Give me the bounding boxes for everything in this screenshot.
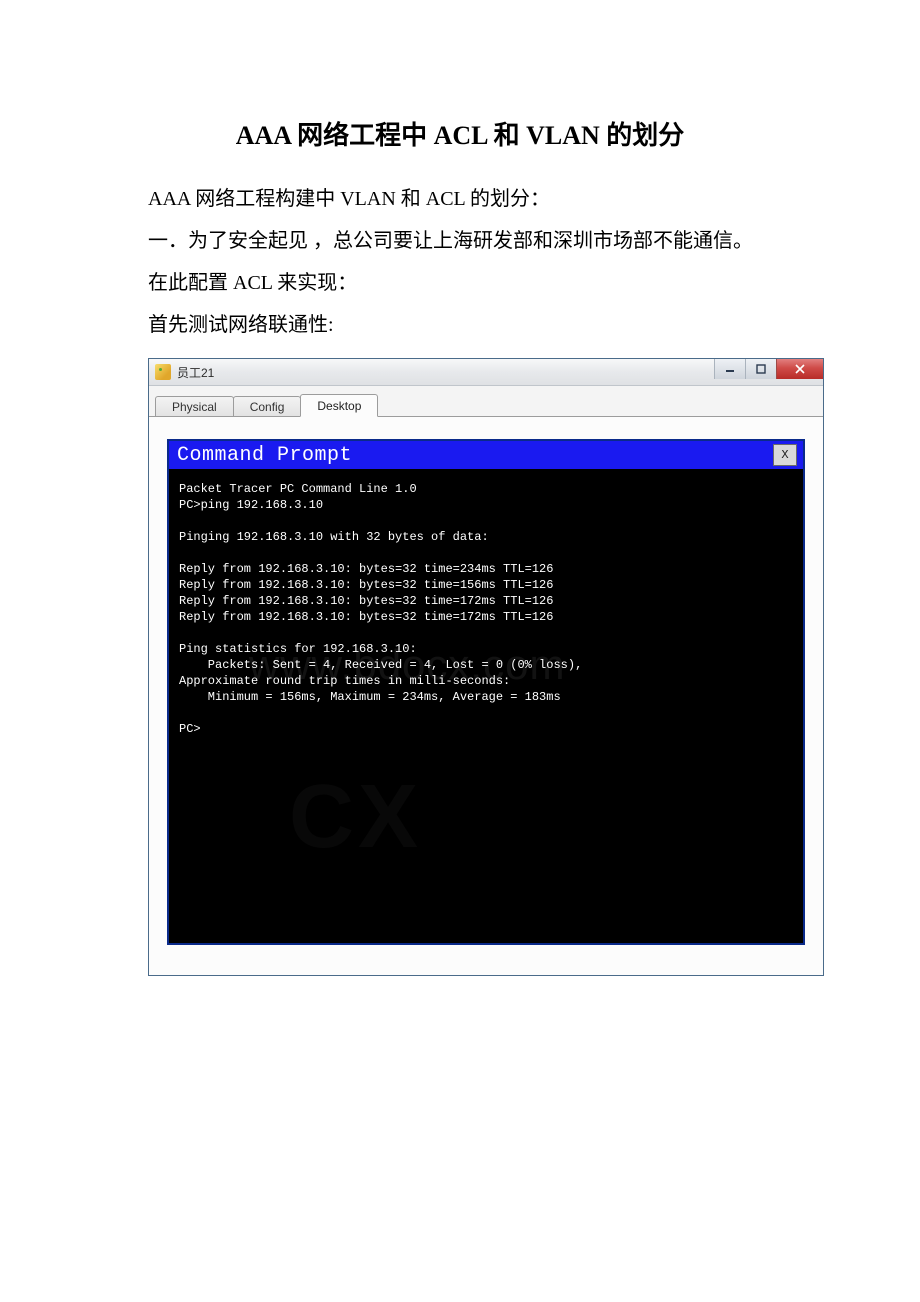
command-prompt-title: Command Prompt (177, 444, 352, 467)
watermark-logo: CX (289, 809, 422, 825)
window-title: 员工21 (177, 364, 214, 381)
terminal-output[interactable]: Packet Tracer PC Command Line 1.0 PC>pin… (169, 469, 803, 943)
app-window: 员工21 Physical Config Desktop Comm (148, 358, 824, 976)
tab-desktop[interactable]: Desktop (300, 394, 378, 417)
command-prompt-window: Command Prompt X Packet Tracer PC Comman… (167, 439, 805, 945)
window-controls (714, 359, 823, 379)
doc-line-2: 一．为了安全起见 ，总公司要让上海研发部和深圳市场部不能通信。 (148, 220, 772, 262)
doc-title: AAA 网络工程中 ACL 和 VLAN 的划分 (148, 115, 772, 152)
doc-line-1: AAA 网络工程构建中 VLAN 和 ACL 的划分： (148, 178, 772, 220)
terminal-text: Packet Tracer PC Command Line 1.0 PC>pin… (179, 482, 582, 736)
minimize-icon (725, 364, 735, 374)
app-body: Command Prompt X Packet Tracer PC Comman… (149, 416, 823, 963)
minimize-button[interactable] (714, 359, 745, 379)
close-button[interactable] (776, 359, 823, 379)
doc-line-4: 首先测试网络联通性: (148, 304, 772, 346)
command-prompt-titlebar[interactable]: Command Prompt X (169, 441, 803, 469)
app-icon (155, 364, 171, 380)
tab-config[interactable]: Config (233, 396, 302, 416)
doc-line-3: 在此配置 ACL 来实现： (148, 262, 772, 304)
window-footer-gap (149, 963, 823, 975)
window-titlebar[interactable]: 员工21 (149, 359, 823, 386)
tabs-row: Physical Config Desktop (149, 386, 823, 416)
maximize-icon (756, 364, 766, 374)
tab-physical[interactable]: Physical (155, 396, 234, 416)
close-icon (794, 364, 806, 374)
maximize-button[interactable] (745, 359, 776, 379)
command-prompt-close-button[interactable]: X (773, 444, 797, 466)
